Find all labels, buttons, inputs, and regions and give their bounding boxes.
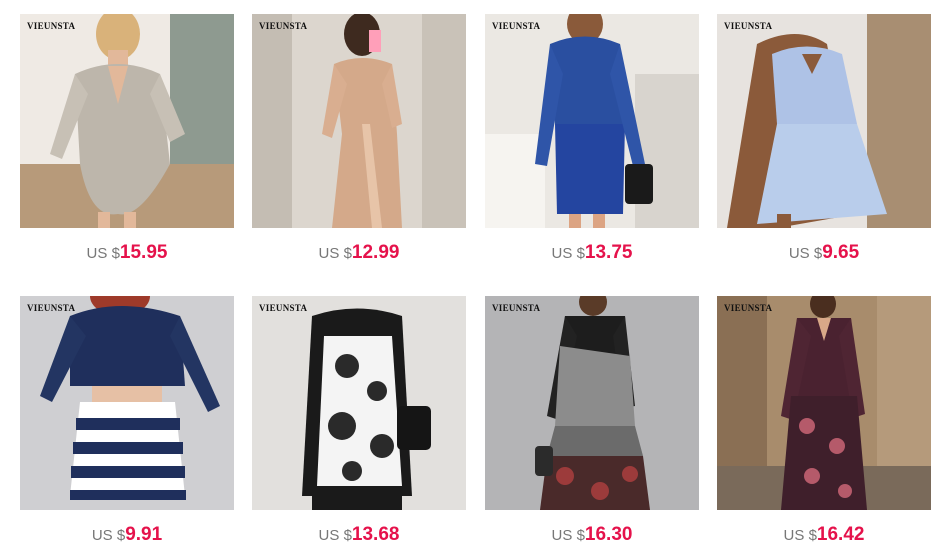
product-image[interactable]: VIEUNSTA	[252, 14, 466, 228]
price-value: 13.68	[351, 524, 400, 545]
brand-watermark: VIEUNSTA	[259, 303, 308, 313]
product-price: US $16.30	[485, 524, 699, 546]
brand-watermark: VIEUNSTA	[492, 21, 541, 31]
price-value: 15.95	[119, 242, 168, 263]
product-card[interactable]: VIEUNSTA US $16.30	[485, 296, 699, 545]
brand-watermark: VIEUNSTA	[27, 303, 76, 313]
product-card[interactable]: VIEUNSTA US $13.68	[252, 296, 466, 545]
product-price: US $15.95	[20, 242, 234, 264]
product-image[interactable]: VIEUNSTA	[20, 296, 234, 510]
currency-symbol: $	[343, 245, 352, 262]
currency-symbol: $	[343, 527, 352, 544]
product-card[interactable]: VIEUNSTA US $9.65	[717, 14, 931, 263]
product-price: US $13.68	[252, 524, 466, 546]
currency-symbol: $	[576, 527, 585, 544]
product-image[interactable]: VIEUNSTA	[485, 296, 699, 510]
currency-symbol: $	[111, 245, 120, 262]
currency-code: US	[551, 527, 573, 544]
currency-code: US	[86, 245, 108, 262]
product-image[interactable]: VIEUNSTA	[485, 14, 699, 228]
product-price: US $13.75	[485, 242, 699, 264]
currency-code: US	[783, 527, 805, 544]
product-price: US $9.65	[717, 242, 931, 264]
product-price: US $16.42	[717, 524, 931, 546]
product-price: US $12.99	[252, 242, 466, 264]
brand-watermark: VIEUNSTA	[492, 303, 541, 313]
product-card[interactable]: VIEUNSTA US $13.75	[485, 14, 699, 263]
product-card[interactable]: VIEUNSTA US $15.95	[20, 14, 234, 263]
price-value: 16.42	[816, 524, 865, 545]
currency-symbol: $	[116, 527, 126, 544]
currency-symbol: $	[576, 245, 585, 262]
price-value: 13.75	[584, 242, 633, 263]
currency-code: US	[551, 245, 573, 262]
currency-code: US	[91, 527, 113, 544]
brand-watermark: VIEUNSTA	[27, 21, 76, 31]
product-price: US $9.91	[20, 524, 234, 546]
product-image[interactable]: VIEUNSTA	[252, 296, 466, 510]
price-value: 9.91	[125, 524, 163, 545]
price-value: 16.30	[584, 524, 633, 545]
product-card[interactable]: VIEUNSTA US $9.91	[20, 296, 234, 545]
price-value: 9.65	[822, 242, 860, 263]
currency-code: US	[318, 245, 340, 262]
brand-watermark: VIEUNSTA	[724, 303, 773, 313]
brand-watermark: VIEUNSTA	[724, 21, 773, 31]
price-value: 12.99	[351, 242, 400, 263]
product-card[interactable]: VIEUNSTA US $12.99	[252, 14, 466, 263]
brand-watermark: VIEUNSTA	[259, 21, 308, 31]
currency-symbol: $	[808, 527, 817, 544]
currency-code: US	[788, 245, 810, 262]
product-image[interactable]: VIEUNSTA	[20, 14, 234, 228]
product-image[interactable]: VIEUNSTA	[717, 296, 931, 510]
currency-symbol: $	[813, 245, 823, 262]
product-card[interactable]: VIEUNSTA US $16.42	[717, 296, 931, 545]
product-image[interactable]: VIEUNSTA	[717, 14, 931, 228]
currency-code: US	[318, 527, 340, 544]
